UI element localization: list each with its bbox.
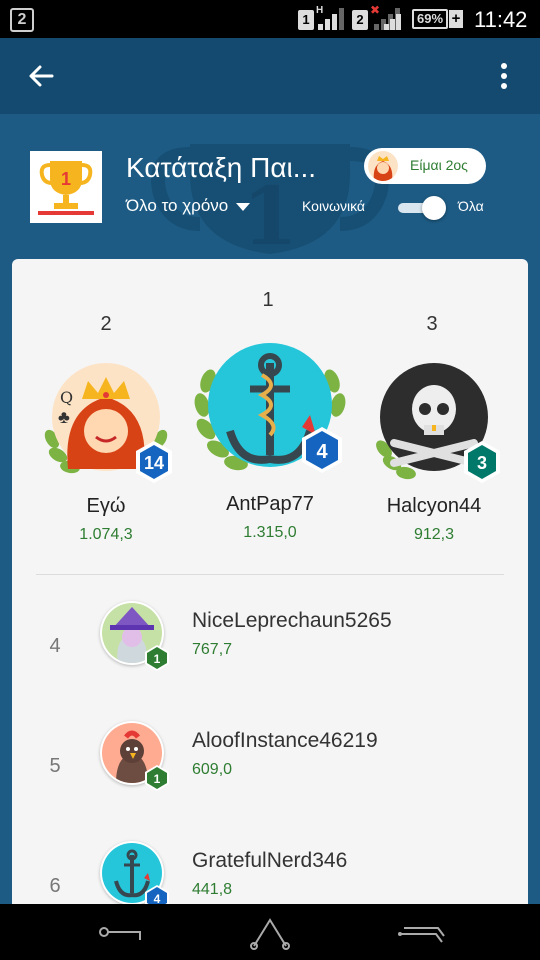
back-nav-icon (99, 927, 141, 940)
chevron-down-icon (236, 202, 251, 211)
period-dropdown-label: Όλο το χρόνο (126, 196, 229, 215)
more-vert-icon (501, 63, 507, 89)
row-score: 441,8 (192, 881, 233, 898)
laurel-wreath-icon: 4 (194, 343, 346, 473)
podium-third-score: 912,3 (413, 526, 455, 543)
my-rank-button[interactable]: Είμαι 2ος (364, 148, 486, 184)
battery-icon: 69% (412, 9, 448, 29)
leaderboard-row[interactable]: 6 4 GratefulNerd346 441,8 (12, 841, 528, 909)
podium-third-name: Halcyon44 (386, 495, 482, 517)
nav-home-button[interactable] (240, 912, 300, 952)
row-username: NiceLeprechaun5265 (192, 609, 392, 632)
trophy-tile: 1 (30, 151, 102, 223)
period-dropdown[interactable]: Όλο το χρόνο (126, 196, 251, 216)
row-username: AloofInstance46219 (192, 729, 378, 752)
level-badge-text: 4 (316, 441, 328, 463)
toggle-knob (422, 196, 446, 220)
podium-second[interactable]: Q ♣ 14 Εγώ 1.074,3 (36, 359, 176, 544)
filter-social-label: Κοινωνικά (302, 198, 366, 214)
leaderboard-header: 1 1 Κατάταξη Παι... Όλο το χρόνο Είμαι 2… (0, 114, 540, 260)
row-rank: 5 (49, 755, 61, 777)
podium-position-1: 1 (262, 289, 274, 311)
level-badge-text: 3 (477, 453, 487, 473)
filter-all-label: Όλα (458, 198, 484, 214)
status-bar: 2 1 H 2 ✖ 69% + 11:42 (0, 0, 540, 38)
podium-first-name: AntPap77 (226, 493, 314, 515)
podium-position-2: 2 (100, 313, 112, 335)
svg-text:Q: Q (60, 388, 73, 407)
home-nav-icon (250, 918, 290, 950)
row-rank: 6 (49, 875, 61, 897)
row-username: GratefulNerd346 (192, 849, 348, 872)
podium-position-3: 3 (426, 313, 438, 335)
leaderboard-row[interactable]: 5 1 AloofInstance46219 609,0 (12, 721, 528, 831)
arrow-left-icon (29, 65, 54, 87)
leaderboard-card: 1 2 3 Q ♣ 14 Εγώ 1.074,3 4 AntPap77 1.31… (12, 259, 528, 909)
app-bar (0, 38, 540, 114)
row-rank: 4 (49, 635, 61, 657)
level-badge: 1 (145, 645, 169, 671)
podium-first[interactable]: 4 AntPap77 1.315,0 (190, 335, 350, 542)
podium-second-score: 1.074,3 (79, 526, 133, 543)
leaderboard-row[interactable]: 4 1 NiceLeprechaun5265 767,7 (12, 601, 528, 711)
svg-text:♣: ♣ (58, 407, 70, 427)
podium-first-score: 1.315,0 (243, 524, 297, 541)
row-score: 767,7 (192, 641, 233, 658)
queen-avatar-icon (368, 151, 398, 181)
signal-icon (318, 8, 344, 30)
my-rank-label: Είμαι 2ος (410, 157, 468, 173)
level-badge-text: 14 (144, 453, 164, 473)
clock: 11:42 (474, 7, 528, 32)
nav-back-button[interactable] (92, 912, 152, 952)
nav-recents-button[interactable] (392, 912, 452, 952)
wifi-signal-icon (380, 8, 404, 30)
social-all-toggle[interactable] (398, 196, 446, 220)
charging-icon: + (449, 10, 463, 28)
level-badge: 1 (145, 765, 169, 791)
podium-second-name: Εγώ (86, 495, 126, 517)
sim1-icon: 1 (298, 10, 314, 30)
sim2-icon: 2 (352, 10, 368, 30)
page-title: Κατάταξη Παι... (126, 152, 317, 183)
recents-nav-icon (398, 927, 445, 943)
level-badge-text: 1 (154, 652, 161, 666)
row-score: 609,0 (192, 761, 233, 778)
system-nav-bar (0, 904, 540, 960)
overflow-menu-button[interactable] (488, 56, 520, 96)
level-badge-text: 1 (154, 772, 161, 786)
divider (36, 574, 504, 575)
trophy-icon: 1 (38, 161, 94, 215)
trophy-rank-text: 1 (61, 169, 71, 189)
laurel-wreath-icon: Q ♣ 14 (44, 363, 172, 483)
notification-badge: 2 (10, 8, 34, 32)
podium-third[interactable]: 3 Halcyon44 912,3 (364, 359, 504, 544)
back-button[interactable] (22, 56, 62, 96)
laurel-wreath-icon: 3 (376, 363, 500, 483)
